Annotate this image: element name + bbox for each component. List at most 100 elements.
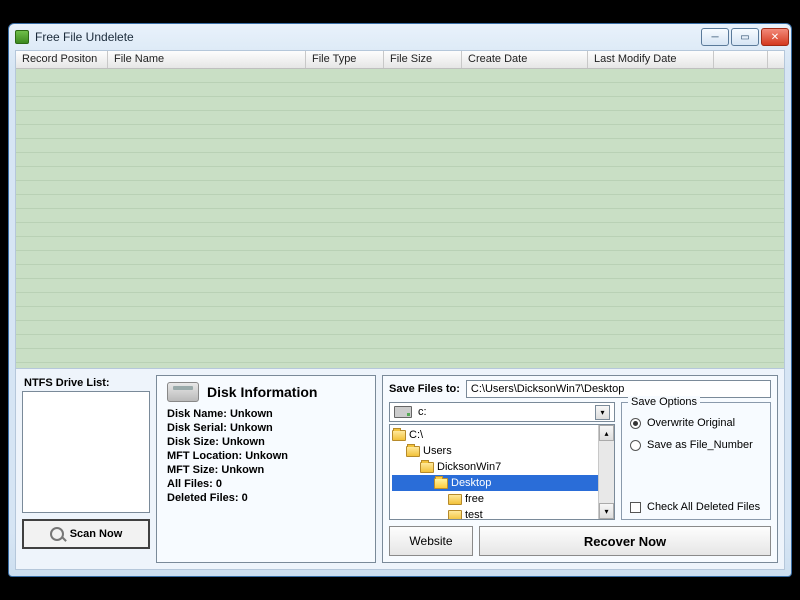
disk-info-row: Disk Name: Unkown <box>167 408 365 420</box>
disk-info-row: Disk Serial: Unkown <box>167 422 365 434</box>
save-as-number-radio[interactable]: Save as File_Number <box>630 439 762 451</box>
app-icon <box>15 30 29 44</box>
save-path-input[interactable] <box>466 380 771 398</box>
table-row <box>16 69 784 83</box>
disk-info-row: Deleted Files: 0 <box>167 492 365 504</box>
results-table: Record PositonFile NameFile TypeFile Siz… <box>16 51 784 369</box>
folder-icon <box>448 494 462 505</box>
table-row <box>16 265 784 279</box>
button-label: Website <box>409 534 452 548</box>
table-row <box>16 349 784 363</box>
column-header[interactable]: Create Date <box>462 51 588 68</box>
save-panel: Save Files to: c: ▾ C:\UsersD <box>382 375 778 563</box>
table-row <box>16 153 784 167</box>
table-row <box>16 293 784 307</box>
save-path-label: Save Files to: <box>389 383 460 395</box>
chevron-down-icon[interactable]: ▾ <box>595 405 610 420</box>
folder-icon <box>434 478 448 489</box>
radio-icon <box>630 418 641 429</box>
client-area: Record PositonFile NameFile TypeFile Siz… <box>15 50 785 570</box>
table-row <box>16 363 784 368</box>
recover-now-button[interactable]: Recover Now <box>479 526 771 556</box>
column-header[interactable]: File Name <box>108 51 306 68</box>
table-row <box>16 237 784 251</box>
window-controls: ─ ▭ ✕ <box>701 28 789 46</box>
folder-icon <box>448 510 462 521</box>
overwrite-original-radio[interactable]: Overwrite Original <box>630 417 762 429</box>
tree-node[interactable]: Desktop <box>392 475 612 491</box>
table-row <box>16 321 784 335</box>
table-row <box>16 223 784 237</box>
column-header[interactable] <box>714 51 768 68</box>
folder-tree[interactable]: C:\Users DicksonWin7 Desktop free test ▴ ▾ <box>389 424 615 520</box>
disk-info-row: MFT Location: Unkown <box>167 450 365 462</box>
tree-node[interactable]: free <box>392 491 612 507</box>
disk-info-row: MFT Size: Unkown <box>167 464 365 476</box>
tree-node-label: C:\ <box>409 429 423 441</box>
tree-node-label: Users <box>423 445 452 457</box>
tree-column: c: ▾ C:\Users DicksonWin7 Desktop free test … <box>389 402 615 520</box>
drive-select[interactable]: c: ▾ <box>389 402 615 422</box>
disk-info-title: Disk Information <box>207 384 317 400</box>
scan-now-button[interactable]: Scan Now <box>22 519 150 549</box>
tree-node[interactable]: C:\ <box>392 427 612 443</box>
table-row <box>16 139 784 153</box>
website-button[interactable]: Website <box>389 526 473 556</box>
ntfs-label: NTFS Drive List: <box>22 375 150 391</box>
tree-node-label: Desktop <box>451 477 491 489</box>
tree-node[interactable]: DicksonWin7 <box>392 459 612 475</box>
folder-icon <box>420 462 434 473</box>
close-button[interactable]: ✕ <box>761 28 789 46</box>
maximize-button[interactable]: ▭ <box>731 28 759 46</box>
disk-info-panel: Disk Information Disk Name: Unkown Disk S… <box>156 375 376 563</box>
radio-label: Overwrite Original <box>647 417 735 429</box>
tree-node-label: test <box>465 509 483 520</box>
search-icon <box>50 527 64 541</box>
window-title: Free File Undelete <box>35 30 701 44</box>
table-row <box>16 125 784 139</box>
table-row <box>16 209 784 223</box>
column-header[interactable]: Last Modify Date <box>588 51 714 68</box>
disk-info-header: Disk Information <box>167 382 365 402</box>
save-options-legend: Save Options <box>628 396 700 408</box>
table-row <box>16 195 784 209</box>
scan-label: Scan Now <box>70 528 123 540</box>
column-header[interactable]: Record Positon <box>16 51 108 68</box>
ntfs-drive-list[interactable] <box>22 391 150 513</box>
folder-icon <box>392 430 406 441</box>
drive-select-value: c: <box>418 406 427 418</box>
checkbox-label: Check All Deleted Files <box>647 501 760 513</box>
bottom-panels: NTFS Drive List: Scan Now Disk Informati… <box>16 369 784 569</box>
drive-icon <box>394 406 412 418</box>
tree-node[interactable]: test <box>392 507 612 520</box>
table-row <box>16 97 784 111</box>
table-row <box>16 83 784 97</box>
checkbox-icon <box>630 502 641 513</box>
disk-icon <box>167 382 199 402</box>
table-body <box>16 69 784 368</box>
table-row <box>16 181 784 195</box>
table-row <box>16 307 784 321</box>
scroll-down-icon[interactable]: ▾ <box>599 503 614 519</box>
radio-label: Save as File_Number <box>647 439 753 451</box>
save-options-group: Save Options Overwrite Original Save as … <box>621 402 771 520</box>
mid-row: c: ▾ C:\Users DicksonWin7 Desktop free test … <box>389 402 771 520</box>
tree-node-label: free <box>465 493 484 505</box>
ntfs-panel: NTFS Drive List: Scan Now <box>22 375 150 563</box>
check-all-deleted-checkbox[interactable]: Check All Deleted Files <box>630 501 762 513</box>
disk-info-row: Disk Size: Unkown <box>167 436 365 448</box>
table-row <box>16 251 784 265</box>
table-row <box>16 111 784 125</box>
button-label: Recover Now <box>584 534 666 549</box>
tree-scrollbar[interactable]: ▴ ▾ <box>598 425 614 519</box>
minimize-button[interactable]: ─ <box>701 28 729 46</box>
save-path-row: Save Files to: <box>389 380 771 398</box>
column-header[interactable]: File Size <box>384 51 462 68</box>
table-row <box>16 335 784 349</box>
scroll-up-icon[interactable]: ▴ <box>599 425 614 441</box>
tree-node[interactable]: Users <box>392 443 612 459</box>
disk-info-row: All Files: 0 <box>167 478 365 490</box>
column-header[interactable]: File Type <box>306 51 384 68</box>
tree-node-label: DicksonWin7 <box>437 461 501 473</box>
disk-info-list: Disk Name: Unkown Disk Serial: Unkown Disk… <box>167 408 365 504</box>
